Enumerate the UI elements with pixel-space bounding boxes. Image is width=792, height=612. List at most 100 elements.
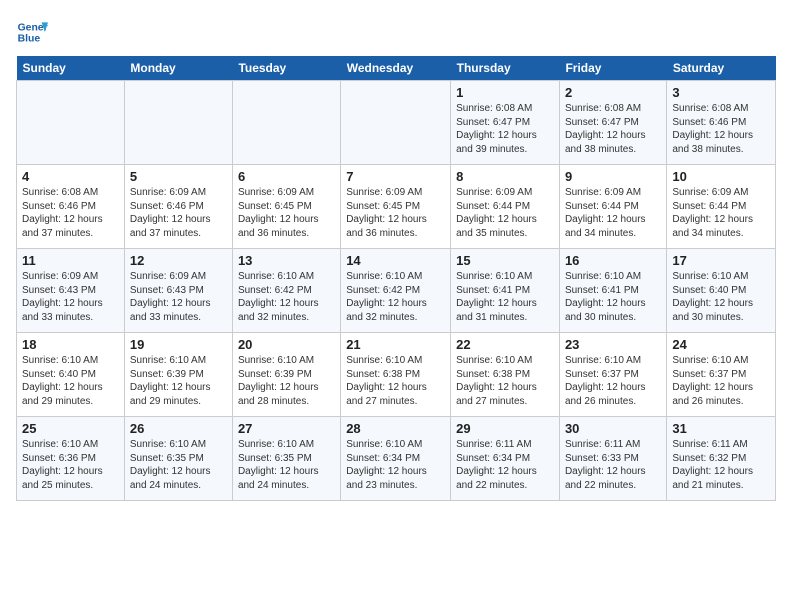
date-number: 2 <box>565 85 661 100</box>
date-number: 18 <box>22 337 119 352</box>
calendar-cell: 24 Sunrise: 6:10 AM Sunset: 6:37 PM Dayli… <box>667 333 776 417</box>
logo-icon: General Blue <box>16 16 48 48</box>
day-header-friday: Friday <box>559 56 666 81</box>
day-header-monday: Monday <box>124 56 232 81</box>
calendar-cell: 27Sunrise: 6:10 AM Sunset: 6:35 PM Dayli… <box>232 417 340 501</box>
calendar-cell: 25Sunrise: 6:10 AM Sunset: 6:36 PM Dayli… <box>17 417 125 501</box>
calendar-cell: 10 Sunrise: 6:09 AM Sunset: 6:44 PM Dayli… <box>667 165 776 249</box>
cell-info: Sunrise: 6:10 AM Sunset: 6:35 PM Dayligh… <box>130 438 227 492</box>
logo: General Blue <box>16 16 48 48</box>
calendar-cell: 30Sunrise: 6:11 AM Sunset: 6:33 PM Dayli… <box>559 417 666 501</box>
date-number: 24 <box>672 337 770 352</box>
date-number: 7 <box>346 169 445 184</box>
calendar-cell: 7Sunrise: 6:09 AM Sunset: 6:45 PM Daylig… <box>341 165 451 249</box>
cell-info: Sunrise: 6:11 AM Sunset: 6:34 PM Dayligh… <box>456 438 554 492</box>
calendar-week-1: 1 Sunrise: 6:08 AM Sunset: 6:47 PM Daylig… <box>17 81 776 165</box>
cell-info: Sunrise: 6:08 AM Sunset: 6:46 PM Dayligh… <box>22 186 119 240</box>
date-number: 1 <box>456 85 554 100</box>
calendar-cell: 16 Sunrise: 6:10 AM Sunset: 6:41 PM Dayli… <box>559 249 666 333</box>
calendar-cell: 13 Sunrise: 6:10 AM Sunset: 6:42 PM Dayli… <box>232 249 340 333</box>
calendar-cell: 21 Sunrise: 6:10 AM Sunset: 6:38 PM Dayli… <box>341 333 451 417</box>
calendar-cell <box>232 81 340 165</box>
date-number: 11 <box>22 253 119 268</box>
calendar-cell: 3Sunrise: 6:08 AM Sunset: 6:46 PM Daylig… <box>667 81 776 165</box>
cell-info: Sunrise: 6:09 AM Sunset: 6:44 PM Dayligh… <box>672 186 770 240</box>
cell-info: Sunrise: 6:10 AM Sunset: 6:35 PM Dayligh… <box>238 438 335 492</box>
cell-info: Sunrise: 6:11 AM Sunset: 6:32 PM Dayligh… <box>672 438 770 492</box>
cell-info: Sunrise: 6:09 AM Sunset: 6:44 PM Dayligh… <box>456 186 554 240</box>
calendar-cell: 14 Sunrise: 6:10 AM Sunset: 6:42 PM Dayli… <box>341 249 451 333</box>
date-number: 13 <box>238 253 335 268</box>
calendar-header: SundayMondayTuesdayWednesdayThursdayFrid… <box>17 56 776 81</box>
day-header-thursday: Thursday <box>451 56 560 81</box>
date-number: 30 <box>565 421 661 436</box>
calendar-cell: 4 Sunrise: 6:08 AM Sunset: 6:46 PM Daylig… <box>17 165 125 249</box>
calendar-cell: 31Sunrise: 6:11 AM Sunset: 6:32 PM Dayli… <box>667 417 776 501</box>
calendar-cell: 11 Sunrise: 6:09 AM Sunset: 6:43 PM Dayli… <box>17 249 125 333</box>
calendar-cell <box>341 81 451 165</box>
calendar-cell: 2Sunrise: 6:08 AM Sunset: 6:47 PM Daylig… <box>559 81 666 165</box>
calendar-cell: 19 Sunrise: 6:10 AM Sunset: 6:39 PM Dayli… <box>124 333 232 417</box>
date-number: 6 <box>238 169 335 184</box>
calendar-cell: 5 Sunrise: 6:09 AM Sunset: 6:46 PM Daylig… <box>124 165 232 249</box>
cell-info: Sunrise: 6:10 AM Sunset: 6:39 PM Dayligh… <box>130 354 227 408</box>
cell-info: Sunrise: 6:10 AM Sunset: 6:39 PM Dayligh… <box>238 354 335 408</box>
cell-info: Sunrise: 6:09 AM Sunset: 6:45 PM Dayligh… <box>238 186 335 240</box>
date-number: 21 <box>346 337 445 352</box>
cell-info: Sunrise: 6:10 AM Sunset: 6:40 PM Dayligh… <box>22 354 119 408</box>
calendar-cell: 22 Sunrise: 6:10 AM Sunset: 6:38 PM Dayli… <box>451 333 560 417</box>
date-number: 26 <box>130 421 227 436</box>
date-number: 12 <box>130 253 227 268</box>
calendar-cell: 8 Sunrise: 6:09 AM Sunset: 6:44 PM Daylig… <box>451 165 560 249</box>
date-number: 14 <box>346 253 445 268</box>
date-number: 29 <box>456 421 554 436</box>
cell-info: Sunrise: 6:09 AM Sunset: 6:44 PM Dayligh… <box>565 186 661 240</box>
calendar-week-5: 25Sunrise: 6:10 AM Sunset: 6:36 PM Dayli… <box>17 417 776 501</box>
date-number: 22 <box>456 337 554 352</box>
calendar-cell: 18 Sunrise: 6:10 AM Sunset: 6:40 PM Dayli… <box>17 333 125 417</box>
day-header-saturday: Saturday <box>667 56 776 81</box>
cell-info: Sunrise: 6:10 AM Sunset: 6:42 PM Dayligh… <box>238 270 335 324</box>
calendar-cell: 29 Sunrise: 6:11 AM Sunset: 6:34 PM Dayli… <box>451 417 560 501</box>
date-number: 17 <box>672 253 770 268</box>
date-number: 5 <box>130 169 227 184</box>
cell-info: Sunrise: 6:10 AM Sunset: 6:34 PM Dayligh… <box>346 438 445 492</box>
page-header: General Blue <box>16 16 776 48</box>
date-number: 3 <box>672 85 770 100</box>
cell-info: Sunrise: 6:10 AM Sunset: 6:38 PM Dayligh… <box>456 354 554 408</box>
day-header-tuesday: Tuesday <box>232 56 340 81</box>
cell-info: Sunrise: 6:10 AM Sunset: 6:42 PM Dayligh… <box>346 270 445 324</box>
cell-info: Sunrise: 6:09 AM Sunset: 6:46 PM Dayligh… <box>130 186 227 240</box>
cell-info: Sunrise: 6:10 AM Sunset: 6:36 PM Dayligh… <box>22 438 119 492</box>
calendar-cell: 28 Sunrise: 6:10 AM Sunset: 6:34 PM Dayli… <box>341 417 451 501</box>
calendar-cell <box>17 81 125 165</box>
date-number: 20 <box>238 337 335 352</box>
date-number: 8 <box>456 169 554 184</box>
cell-info: Sunrise: 6:08 AM Sunset: 6:47 PM Dayligh… <box>456 102 554 156</box>
cell-info: Sunrise: 6:10 AM Sunset: 6:41 PM Dayligh… <box>565 270 661 324</box>
date-number: 19 <box>130 337 227 352</box>
cell-info: Sunrise: 6:10 AM Sunset: 6:41 PM Dayligh… <box>456 270 554 324</box>
day-header-sunday: Sunday <box>17 56 125 81</box>
calendar-table: SundayMondayTuesdayWednesdayThursdayFrid… <box>16 56 776 501</box>
date-number: 16 <box>565 253 661 268</box>
svg-text:Blue: Blue <box>18 34 41 45</box>
calendar-cell: 26 Sunrise: 6:10 AM Sunset: 6:35 PM Dayli… <box>124 417 232 501</box>
cell-info: Sunrise: 6:10 AM Sunset: 6:38 PM Dayligh… <box>346 354 445 408</box>
calendar-week-2: 4 Sunrise: 6:08 AM Sunset: 6:46 PM Daylig… <box>17 165 776 249</box>
date-number: 9 <box>565 169 661 184</box>
calendar-cell: 1 Sunrise: 6:08 AM Sunset: 6:47 PM Daylig… <box>451 81 560 165</box>
date-number: 23 <box>565 337 661 352</box>
cell-info: Sunrise: 6:09 AM Sunset: 6:43 PM Dayligh… <box>22 270 119 324</box>
cell-info: Sunrise: 6:09 AM Sunset: 6:43 PM Dayligh… <box>130 270 227 324</box>
calendar-week-3: 11 Sunrise: 6:09 AM Sunset: 6:43 PM Dayli… <box>17 249 776 333</box>
cell-info: Sunrise: 6:10 AM Sunset: 6:37 PM Dayligh… <box>672 354 770 408</box>
cell-info: Sunrise: 6:10 AM Sunset: 6:37 PM Dayligh… <box>565 354 661 408</box>
date-number: 10 <box>672 169 770 184</box>
day-header-wednesday: Wednesday <box>341 56 451 81</box>
calendar-cell: 23 Sunrise: 6:10 AM Sunset: 6:37 PM Dayli… <box>559 333 666 417</box>
calendar-cell <box>124 81 232 165</box>
date-number: 28 <box>346 421 445 436</box>
date-number: 4 <box>22 169 119 184</box>
calendar-week-4: 18 Sunrise: 6:10 AM Sunset: 6:40 PM Dayli… <box>17 333 776 417</box>
